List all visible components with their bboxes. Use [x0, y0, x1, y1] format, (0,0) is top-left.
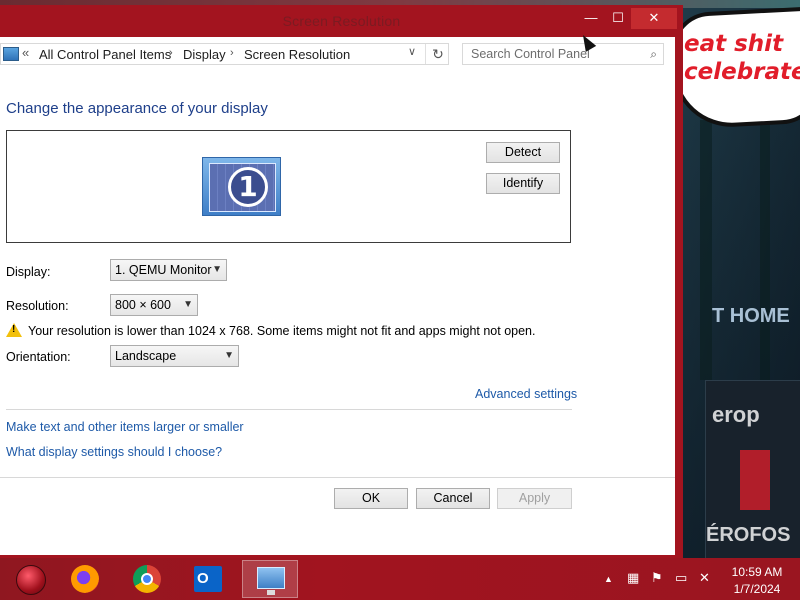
speech-text: eat shit: [684, 31, 784, 57]
resolution-label: Resolution:: [6, 299, 69, 313]
monitor-number-badge: 1: [228, 167, 268, 207]
chrome-icon: [133, 565, 161, 593]
control-panel-icon: [3, 47, 19, 61]
cancel-button[interactable]: Cancel: [416, 488, 490, 509]
warning-mark: !: [12, 324, 16, 335]
breadcrumb-separator-icon[interactable]: ›: [169, 47, 173, 59]
breadcrumb-separator-icon[interactable]: ›: [230, 47, 234, 59]
orientation-label: Orientation:: [6, 350, 71, 364]
orientation-select[interactable]: Landscape ▼: [110, 345, 239, 367]
display-help-link[interactable]: What display settings should I choose?: [6, 445, 222, 459]
apply-button[interactable]: Apply: [497, 488, 572, 509]
monitor-screen: 1: [209, 163, 276, 212]
wallpaper-sign: erop: [712, 402, 760, 427]
chevron-down-icon: ▼: [212, 264, 222, 275]
identify-button[interactable]: Identify: [486, 173, 560, 194]
title-bar[interactable]: Screen Resolution — ☐ ✕: [0, 5, 683, 37]
breadcrumb-screen-resolution[interactable]: Screen Resolution: [244, 47, 350, 62]
control-panel-icon: [257, 567, 285, 595]
display-select-value: 1. QEMU Monitor: [115, 263, 212, 277]
action-center-icon[interactable]: ▦: [627, 570, 639, 586]
start-button[interactable]: [6, 562, 46, 596]
divider: [6, 409, 572, 410]
display-select[interactable]: 1. QEMU Monitor ▼: [110, 259, 227, 281]
wallpaper-sign: T HOME: [712, 305, 790, 327]
network-icon[interactable]: ▭: [675, 570, 687, 586]
search-icon[interactable]: ⌕: [650, 47, 657, 62]
page-title: Change the appearance of your display: [6, 100, 268, 117]
search-box[interactable]: ⌕: [462, 43, 664, 65]
advanced-settings-link[interactable]: Advanced settings: [475, 387, 577, 401]
resolution-select-value: 800 × 600: [115, 298, 171, 312]
monitor-preview-area: 1 Detect Identify: [6, 130, 571, 243]
orientation-select-value: Landscape: [115, 349, 177, 363]
ok-button[interactable]: OK: [334, 488, 408, 509]
palm-trunk: [760, 100, 770, 400]
palm-trunk: [700, 120, 712, 380]
taskbar-outlook[interactable]: O: [180, 560, 236, 598]
chevron-down-icon: ▼: [183, 299, 193, 310]
clock-date[interactable]: 1/7/2024: [722, 582, 792, 596]
close-button[interactable]: ✕: [631, 8, 677, 29]
chevron-down-icon: ▼: [224, 350, 234, 361]
firefox-icon: [71, 565, 99, 593]
christmas-ornament-icon: [16, 565, 46, 595]
resolution-select[interactable]: 800 × 600 ▼: [110, 294, 198, 316]
address-bar[interactable]: « All Control Panel Items › Display › Sc…: [0, 43, 449, 65]
monitor-1-tile[interactable]: 1: [202, 157, 281, 216]
tray-chevron-icon[interactable]: ▲: [604, 574, 613, 584]
back-chevron-icon[interactable]: «: [22, 45, 29, 60]
breadcrumb-all-control-panel-items[interactable]: All Control Panel Items: [39, 47, 171, 62]
resolution-warning-text: Your resolution is lower than 1024 x 768…: [28, 324, 536, 338]
display-label: Display:: [6, 265, 51, 279]
clock-time[interactable]: 10:59 AM: [722, 565, 792, 579]
neon-block: [740, 450, 770, 510]
maximize-button[interactable]: ☐: [601, 8, 635, 29]
footer-divider: [0, 477, 675, 478]
detect-button[interactable]: Detect: [486, 142, 560, 163]
text-size-link[interactable]: Make text and other items larger or smal…: [6, 420, 244, 434]
window-client-area: « All Control Panel Items › Display › Sc…: [0, 37, 675, 555]
wallpaper-sign: ÉROFOS: [706, 524, 791, 546]
refresh-icon[interactable]: ↻: [425, 44, 450, 64]
flag-icon[interactable]: ⚑: [651, 570, 663, 586]
taskbar-firefox[interactable]: [58, 560, 114, 598]
taskbar-chrome[interactable]: [120, 560, 176, 598]
address-dropdown-icon[interactable]: ∨: [408, 45, 416, 58]
outlook-icon: O: [194, 566, 222, 592]
search-input[interactable]: [469, 46, 643, 62]
speech-text: celebrate: [684, 59, 800, 85]
breadcrumb-display[interactable]: Display: [183, 47, 226, 62]
screen-resolution-window: Screen Resolution — ☐ ✕ « All Control Pa…: [0, 5, 683, 558]
taskbar-control-panel[interactable]: [242, 560, 298, 598]
volume-muted-icon[interactable]: ✕: [699, 570, 710, 586]
